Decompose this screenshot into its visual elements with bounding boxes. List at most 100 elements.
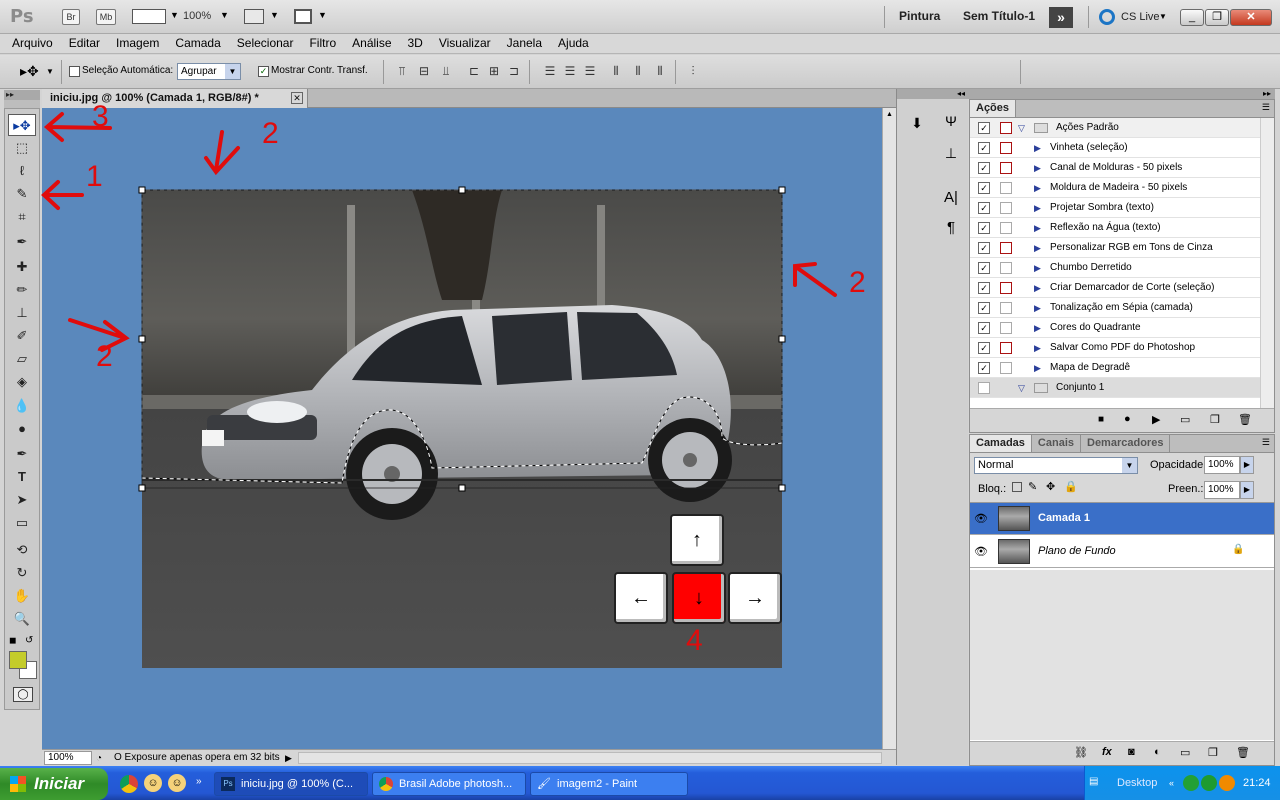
workspace-document-title[interactable]: Sem Título-1 bbox=[963, 9, 1035, 23]
panel-menu-icon[interactable]: ☰ bbox=[1262, 102, 1270, 113]
desktop-label[interactable]: Desktop bbox=[1117, 777, 1157, 789]
horizontal-scrollbar[interactable] bbox=[298, 752, 882, 764]
play-icon[interactable]: ▶ bbox=[1152, 413, 1160, 426]
tray-expand-icon[interactable]: « bbox=[1169, 778, 1174, 788]
quicklaunch-more-icon[interactable]: » bbox=[196, 776, 202, 787]
new-set-icon[interactable]: ▭ bbox=[1180, 413, 1190, 426]
close-button[interactable]: ✕ bbox=[1230, 9, 1272, 26]
dialog-toggle[interactable] bbox=[1000, 242, 1012, 254]
dialog-toggle[interactable] bbox=[1000, 182, 1012, 194]
dialog-toggle[interactable] bbox=[1000, 162, 1012, 174]
expand-triangle-icon[interactable]: ▶ bbox=[1034, 358, 1041, 378]
dialog-toggle[interactable] bbox=[1000, 202, 1012, 214]
layer-name[interactable]: Camada 1 bbox=[1038, 512, 1090, 524]
chevron-down-icon[interactable]: ▽ bbox=[1018, 118, 1025, 138]
layer-mask-icon[interactable]: ◙ bbox=[1128, 746, 1135, 758]
dialog-toggle[interactable] bbox=[1000, 322, 1012, 334]
status-menu-arrow-icon[interactable]: ▶ bbox=[285, 750, 292, 766]
desktop-toolbar-icon[interactable]: ▤ bbox=[1089, 776, 1098, 787]
vertical-scrollbar[interactable]: ▲ bbox=[882, 108, 896, 749]
lock-transparent-icon[interactable] bbox=[1012, 482, 1022, 492]
dialog-toggle[interactable] bbox=[1000, 362, 1012, 374]
action-toggle[interactable]: ✓ bbox=[978, 202, 990, 214]
expand-triangle-icon[interactable]: ▶ bbox=[1034, 138, 1041, 158]
dialog-toggle[interactable] bbox=[1000, 282, 1012, 294]
taskbar-button-paint[interactable]: 🖌 imagem2 - Paint bbox=[530, 772, 688, 796]
lock-position-icon[interactable]: ✥ bbox=[1046, 480, 1055, 493]
expand-triangle-icon[interactable]: ▶ bbox=[1034, 318, 1041, 338]
dialog-toggle[interactable] bbox=[1000, 142, 1012, 154]
layer-style-icon[interactable]: fx bbox=[1102, 746, 1112, 758]
minimize-button[interactable]: _ bbox=[1180, 9, 1204, 26]
new-layer-icon[interactable]: ❐ bbox=[1208, 746, 1218, 759]
dialog-toggle[interactable] bbox=[1000, 222, 1012, 234]
start-button[interactable]: Iniciar bbox=[0, 768, 108, 800]
action-item[interactable]: ✓ ▶ Vinheta (seleção) bbox=[970, 138, 1274, 158]
stop-icon[interactable]: ■ bbox=[1098, 414, 1104, 425]
dialog-toggle[interactable] bbox=[1000, 302, 1012, 314]
action-toggle[interactable]: ✓ bbox=[978, 242, 990, 254]
workspace-painting[interactable]: Pintura bbox=[899, 9, 940, 23]
delete-icon[interactable]: 🗑 bbox=[1238, 413, 1252, 426]
action-set2-toggle[interactable] bbox=[978, 382, 990, 394]
link-layers-icon[interactable]: ⛓ bbox=[1074, 746, 1088, 759]
expand-triangle-icon[interactable]: ▶ bbox=[1034, 298, 1041, 318]
action-item[interactable]: ✓ ▶ Cores do Quadrante bbox=[970, 318, 1274, 338]
expand-triangle-icon[interactable]: ▶ bbox=[1034, 198, 1041, 218]
action-item[interactable]: ✓ ▶ Projetar Sombra (texto) bbox=[970, 198, 1274, 218]
blend-mode-dropdown[interactable]: Normal ▼ bbox=[974, 457, 1138, 474]
action-toggle[interactable]: ✓ bbox=[978, 142, 990, 154]
zoom-field[interactable]: 100% bbox=[44, 751, 92, 765]
action-toggle[interactable]: ✓ bbox=[978, 262, 990, 274]
action-item[interactable]: ✓ ▶ Moldura de Madeira - 50 pixels bbox=[970, 178, 1274, 198]
action-toggle[interactable]: ✓ bbox=[978, 302, 990, 314]
character-panel-icon[interactable]: A| bbox=[941, 189, 961, 209]
dialog-toggle[interactable] bbox=[1000, 262, 1012, 274]
visibility-eye-icon[interactable]: 👁 bbox=[974, 512, 988, 525]
chevron-down-icon[interactable]: ▽ bbox=[1018, 378, 1025, 398]
messenger-quicklaunch-icon[interactable]: ☺ bbox=[144, 774, 162, 792]
fill-slider-arrow-icon[interactable]: ▶ bbox=[1240, 481, 1254, 499]
expand-triangle-icon[interactable]: ▶ bbox=[1034, 338, 1041, 358]
cs-live-button[interactable]: CS Live bbox=[1121, 11, 1160, 23]
restore-button[interactable]: ❐ bbox=[1205, 9, 1229, 26]
action-toggle[interactable]: ✓ bbox=[978, 342, 990, 354]
dialog-toggle[interactable] bbox=[1000, 342, 1012, 354]
lock-image-icon[interactable]: ✎ bbox=[1028, 480, 1037, 493]
tray-whatsapp-icon[interactable] bbox=[1201, 775, 1217, 791]
action-toggle[interactable]: ✓ bbox=[978, 282, 990, 294]
taskbar-button-chrome[interactable]: Brasil Adobe photosh... bbox=[372, 772, 526, 796]
opacity-slider-arrow-icon[interactable]: ▶ bbox=[1240, 456, 1254, 474]
action-toggle[interactable]: ✓ bbox=[978, 162, 990, 174]
taskbar-button-photoshop[interactable]: Ps iniciu.jpg @ 100% (C... bbox=[214, 772, 368, 796]
tab-actions[interactable]: Ações bbox=[970, 100, 1017, 117]
chrome-quicklaunch-icon[interactable] bbox=[120, 775, 138, 793]
visibility-eye-icon[interactable]: 👁 bbox=[974, 545, 988, 558]
tab-channels[interactable]: Canais bbox=[1032, 435, 1081, 452]
clone-source-panel-icon[interactable]: ⊥ bbox=[941, 145, 961, 165]
expand-triangle-icon[interactable]: ▶ bbox=[1034, 278, 1041, 298]
action-item[interactable]: ✓ ▶ Reflexão na Água (texto) bbox=[970, 218, 1274, 238]
panel-dock-collapse-icon[interactable]: ▸▸ bbox=[969, 89, 1275, 99]
navigator-panel-icon[interactable]: ⬇ bbox=[907, 115, 927, 135]
layer-name[interactable]: Plano de Fundo bbox=[1038, 545, 1116, 557]
actions-scrollbar[interactable] bbox=[1260, 118, 1274, 408]
expand-triangle-icon[interactable]: ▶ bbox=[1034, 158, 1041, 178]
expand-triangle-icon[interactable]: ▶ bbox=[1034, 258, 1041, 278]
new-group-icon[interactable]: ▭ bbox=[1180, 746, 1190, 759]
brush-panel-icon[interactable]: Ψ bbox=[941, 113, 961, 133]
action-set-toggle[interactable]: ✓ bbox=[978, 122, 990, 134]
messenger2-quicklaunch-icon[interactable]: ☺ bbox=[168, 774, 186, 792]
tab-layers[interactable]: Camadas bbox=[970, 435, 1032, 452]
opacity-input[interactable]: 100% bbox=[1204, 456, 1240, 474]
action-item[interactable]: ✓ ▶ Personalizar RGB em Tons de Cinza bbox=[970, 238, 1274, 258]
layer-row-camada-1[interactable]: 👁 Camada 1 bbox=[970, 503, 1274, 535]
adjustment-layer-icon[interactable]: ◐ bbox=[1154, 746, 1161, 758]
fill-input[interactable]: 100% bbox=[1204, 481, 1240, 499]
action-set-dialog-toggle[interactable] bbox=[1000, 122, 1012, 134]
tray-avast-icon[interactable] bbox=[1219, 775, 1235, 791]
lock-all-icon[interactable]: 🔒 bbox=[1064, 480, 1078, 493]
expand-triangle-icon[interactable]: ▶ bbox=[1034, 178, 1041, 198]
new-action-icon[interactable]: ❐ bbox=[1210, 413, 1220, 426]
delete-layer-icon[interactable]: 🗑 bbox=[1236, 746, 1250, 759]
